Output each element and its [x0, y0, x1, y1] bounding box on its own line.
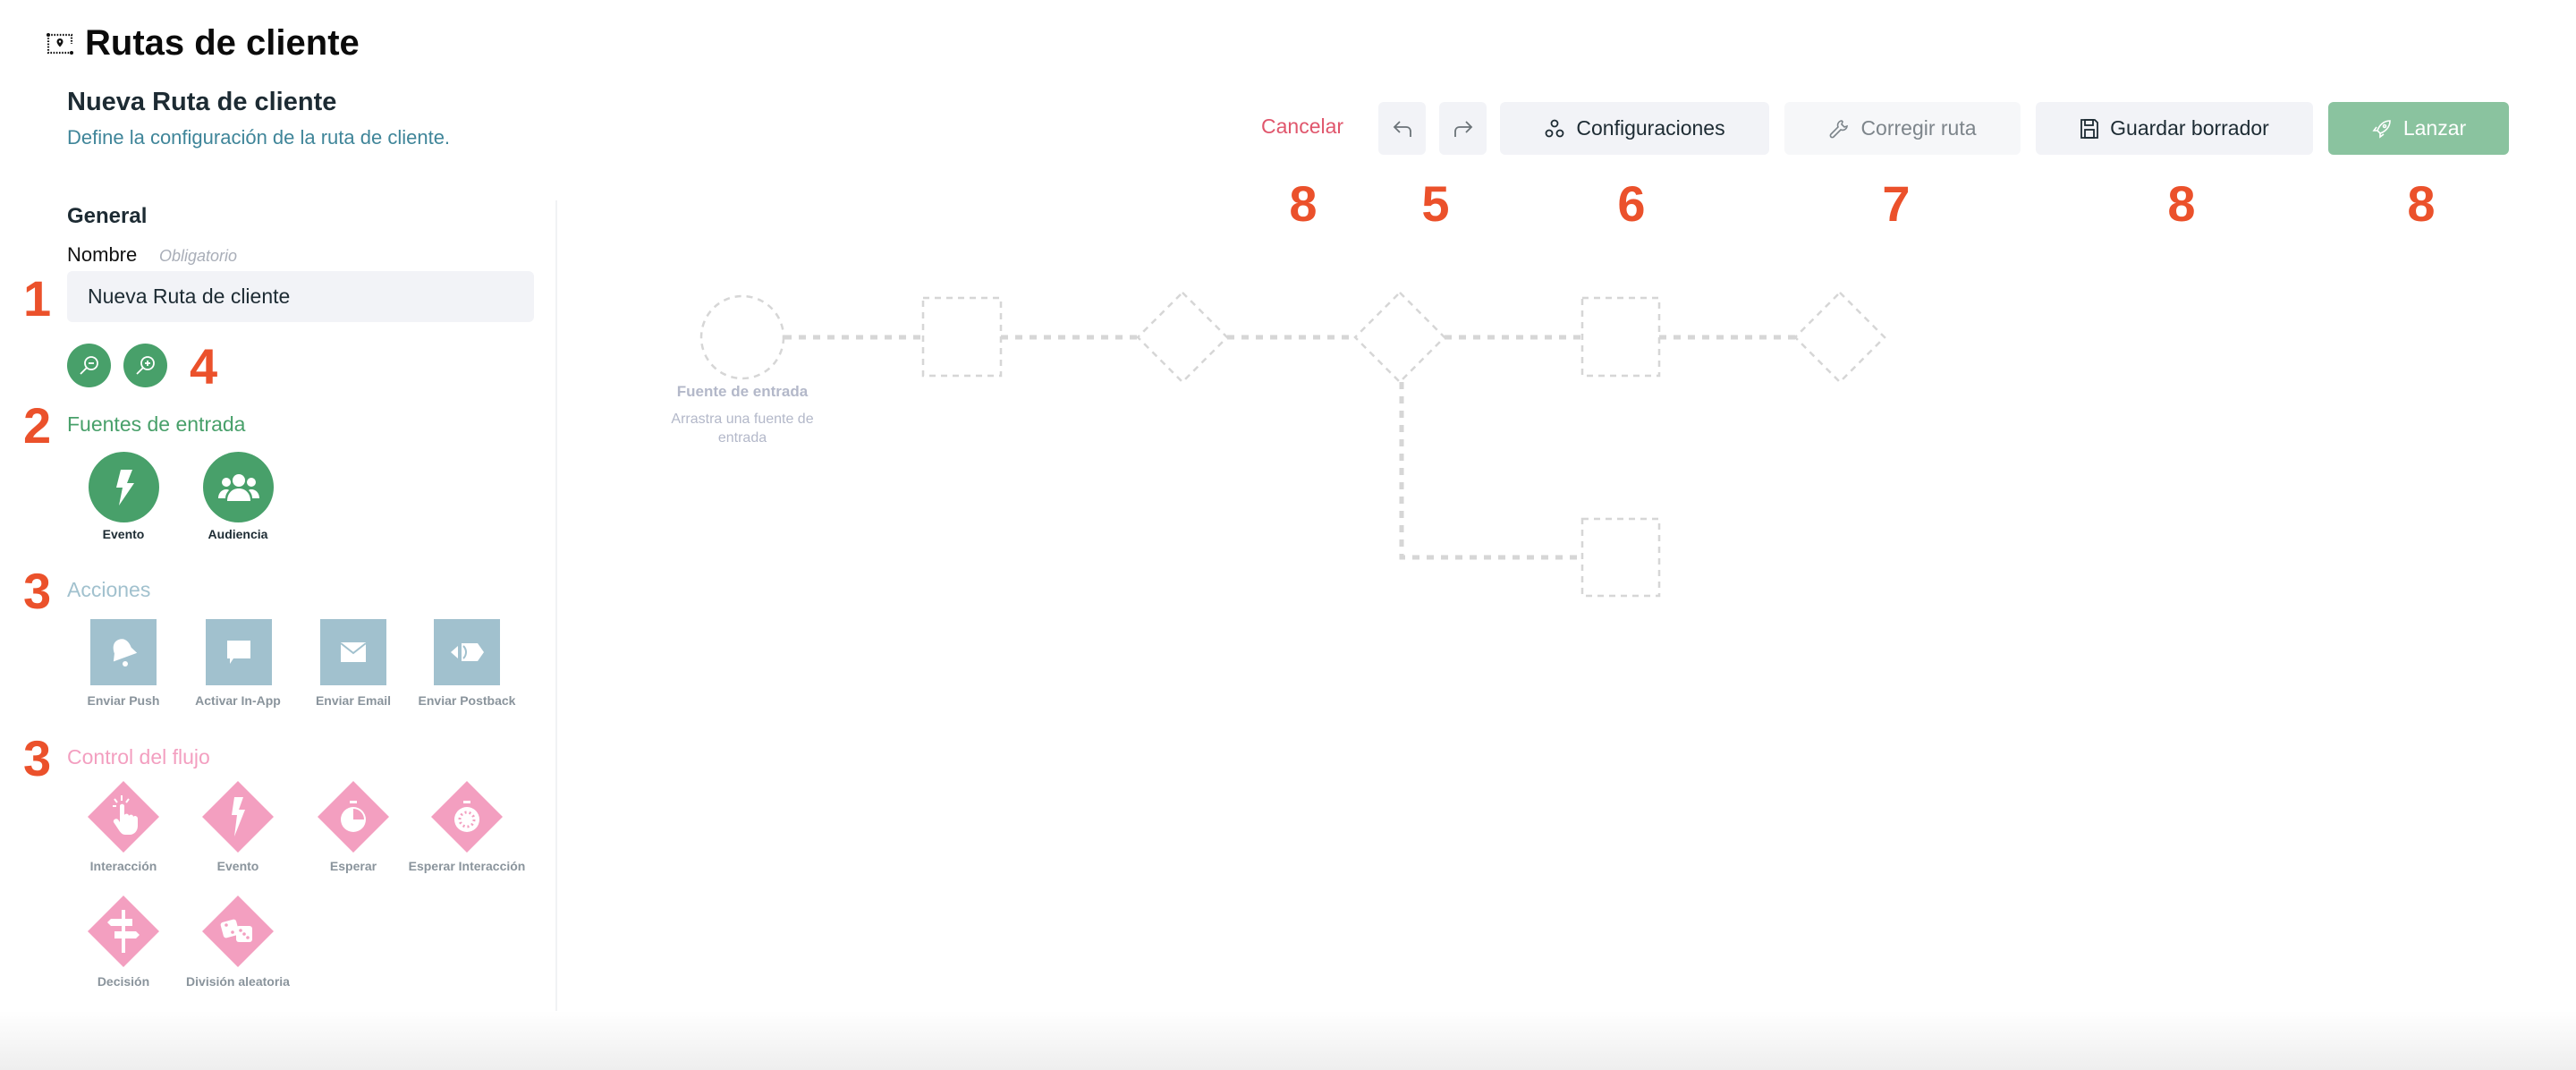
action-node-placeholder	[921, 296, 1003, 378]
action-node-placeholder	[1580, 296, 1661, 378]
entry-node-placeholder[interactable]	[699, 294, 785, 380]
branch-connector	[1399, 382, 1582, 560]
flow-node-placeholder	[1136, 291, 1229, 384]
flow-node-placeholder	[1793, 291, 1886, 384]
connectors	[784, 335, 1795, 560]
entry-node-title: Fuente de entrada	[676, 383, 809, 400]
action-node-placeholder	[1580, 517, 1661, 598]
journey-canvas[interactable]	[0, 0, 2576, 1070]
entry-node-hint: Arrastra una fuente de entrada	[671, 412, 814, 446]
bottom-shadow	[0, 1011, 2576, 1070]
flow-node-placeholder	[1353, 291, 1446, 384]
